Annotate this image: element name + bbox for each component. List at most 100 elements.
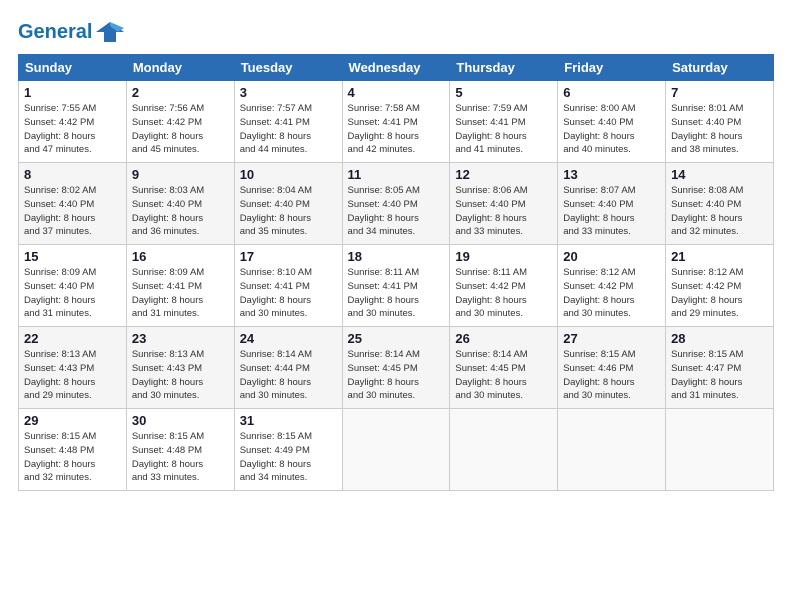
day-info: Sunrise: 8:09 AM Sunset: 4:40 PM Dayligh… [24, 266, 121, 321]
calendar-cell: 22 Sunrise: 8:13 AM Sunset: 4:43 PM Dayli… [19, 327, 127, 409]
day-number: 8 [24, 167, 121, 182]
day-info: Sunrise: 8:13 AM Sunset: 4:43 PM Dayligh… [132, 348, 229, 403]
day-info: Sunrise: 8:01 AM Sunset: 4:40 PM Dayligh… [671, 102, 768, 157]
calendar-cell: 19 Sunrise: 8:11 AM Sunset: 4:42 PM Dayli… [450, 245, 558, 327]
day-number: 15 [24, 249, 121, 264]
calendar-cell: 12 Sunrise: 8:06 AM Sunset: 4:40 PM Dayli… [450, 163, 558, 245]
day-number: 1 [24, 85, 121, 100]
day-info: Sunrise: 7:56 AM Sunset: 4:42 PM Dayligh… [132, 102, 229, 157]
day-number: 13 [563, 167, 660, 182]
day-info: Sunrise: 8:03 AM Sunset: 4:40 PM Dayligh… [132, 184, 229, 239]
day-info: Sunrise: 8:04 AM Sunset: 4:40 PM Dayligh… [240, 184, 337, 239]
calendar-cell [342, 409, 450, 491]
day-info: Sunrise: 8:06 AM Sunset: 4:40 PM Dayligh… [455, 184, 552, 239]
day-info: Sunrise: 8:00 AM Sunset: 4:40 PM Dayligh… [563, 102, 660, 157]
calendar-cell: 16 Sunrise: 8:09 AM Sunset: 4:41 PM Dayli… [126, 245, 234, 327]
logo-bird-icon [96, 18, 124, 46]
logo: General [18, 18, 124, 46]
day-info: Sunrise: 8:07 AM Sunset: 4:40 PM Dayligh… [563, 184, 660, 239]
calendar-cell: 15 Sunrise: 8:09 AM Sunset: 4:40 PM Dayli… [19, 245, 127, 327]
calendar-cell: 10 Sunrise: 8:04 AM Sunset: 4:40 PM Dayli… [234, 163, 342, 245]
day-info: Sunrise: 8:14 AM Sunset: 4:44 PM Dayligh… [240, 348, 337, 403]
day-info: Sunrise: 8:11 AM Sunset: 4:42 PM Dayligh… [455, 266, 552, 321]
calendar-cell: 27 Sunrise: 8:15 AM Sunset: 4:46 PM Dayli… [558, 327, 666, 409]
day-number: 6 [563, 85, 660, 100]
day-number: 22 [24, 331, 121, 346]
calendar-cell: 11 Sunrise: 8:05 AM Sunset: 4:40 PM Dayli… [342, 163, 450, 245]
calendar-cell: 30 Sunrise: 8:15 AM Sunset: 4:48 PM Dayli… [126, 409, 234, 491]
day-info: Sunrise: 8:12 AM Sunset: 4:42 PM Dayligh… [671, 266, 768, 321]
day-number: 21 [671, 249, 768, 264]
day-number: 30 [132, 413, 229, 428]
day-number: 24 [240, 331, 337, 346]
day-info: Sunrise: 8:15 AM Sunset: 4:47 PM Dayligh… [671, 348, 768, 403]
day-info: Sunrise: 8:08 AM Sunset: 4:40 PM Dayligh… [671, 184, 768, 239]
day-number: 10 [240, 167, 337, 182]
dow-header-tuesday: Tuesday [234, 55, 342, 81]
day-info: Sunrise: 8:15 AM Sunset: 4:46 PM Dayligh… [563, 348, 660, 403]
day-number: 26 [455, 331, 552, 346]
calendar-week-2: 8 Sunrise: 8:02 AM Sunset: 4:40 PM Daylig… [19, 163, 774, 245]
day-number: 5 [455, 85, 552, 100]
day-number: 31 [240, 413, 337, 428]
day-number: 12 [455, 167, 552, 182]
day-number: 27 [563, 331, 660, 346]
dow-header-saturday: Saturday [666, 55, 774, 81]
dow-header-wednesday: Wednesday [342, 55, 450, 81]
day-info: Sunrise: 7:58 AM Sunset: 4:41 PM Dayligh… [348, 102, 445, 157]
day-number: 19 [455, 249, 552, 264]
calendar-week-5: 29 Sunrise: 8:15 AM Sunset: 4:48 PM Dayli… [19, 409, 774, 491]
day-info: Sunrise: 8:15 AM Sunset: 4:49 PM Dayligh… [240, 430, 337, 485]
day-number: 9 [132, 167, 229, 182]
header: General [18, 18, 774, 46]
calendar-cell: 1 Sunrise: 7:55 AM Sunset: 4:42 PM Daylig… [19, 81, 127, 163]
day-number: 17 [240, 249, 337, 264]
day-info: Sunrise: 8:02 AM Sunset: 4:40 PM Dayligh… [24, 184, 121, 239]
calendar-cell: 25 Sunrise: 8:14 AM Sunset: 4:45 PM Dayli… [342, 327, 450, 409]
day-info: Sunrise: 8:15 AM Sunset: 4:48 PM Dayligh… [132, 430, 229, 485]
day-info: Sunrise: 8:12 AM Sunset: 4:42 PM Dayligh… [563, 266, 660, 321]
calendar-cell: 6 Sunrise: 8:00 AM Sunset: 4:40 PM Daylig… [558, 81, 666, 163]
day-of-week-header: SundayMondayTuesdayWednesdayThursdayFrid… [19, 55, 774, 81]
day-number: 2 [132, 85, 229, 100]
calendar-cell: 5 Sunrise: 7:59 AM Sunset: 4:41 PM Daylig… [450, 81, 558, 163]
day-number: 25 [348, 331, 445, 346]
day-number: 11 [348, 167, 445, 182]
day-number: 23 [132, 331, 229, 346]
day-info: Sunrise: 8:05 AM Sunset: 4:40 PM Dayligh… [348, 184, 445, 239]
day-info: Sunrise: 8:14 AM Sunset: 4:45 PM Dayligh… [455, 348, 552, 403]
day-info: Sunrise: 8:14 AM Sunset: 4:45 PM Dayligh… [348, 348, 445, 403]
calendar-cell: 20Sunrise: 8:12 AM Sunset: 4:42 PM Dayli… [558, 245, 666, 327]
calendar-cell: 17Sunrise: 8:10 AM Sunset: 4:41 PM Dayli… [234, 245, 342, 327]
calendar-table: SundayMondayTuesdayWednesdayThursdayFrid… [18, 54, 774, 491]
day-number: 29 [24, 413, 121, 428]
calendar-cell: 14 Sunrise: 8:08 AM Sunset: 4:40 PM Dayli… [666, 163, 774, 245]
calendar-cell: 2 Sunrise: 7:56 AM Sunset: 4:42 PM Daylig… [126, 81, 234, 163]
dow-header-monday: Monday [126, 55, 234, 81]
dow-header-thursday: Thursday [450, 55, 558, 81]
calendar-cell: 26 Sunrise: 8:14 AM Sunset: 4:45 PM Dayli… [450, 327, 558, 409]
calendar-cell: 8 Sunrise: 8:02 AM Sunset: 4:40 PM Daylig… [19, 163, 127, 245]
dow-header-friday: Friday [558, 55, 666, 81]
calendar-cell: 7 Sunrise: 8:01 AM Sunset: 4:40 PM Daylig… [666, 81, 774, 163]
calendar-cell [450, 409, 558, 491]
day-info: Sunrise: 8:09 AM Sunset: 4:41 PM Dayligh… [132, 266, 229, 321]
calendar-cell: 4Sunrise: 7:58 AM Sunset: 4:41 PM Daylig… [342, 81, 450, 163]
calendar-cell: 13 Sunrise: 8:07 AM Sunset: 4:40 PM Dayli… [558, 163, 666, 245]
day-info: Sunrise: 7:57 AM Sunset: 4:41 PM Dayligh… [240, 102, 337, 157]
calendar-cell [666, 409, 774, 491]
day-number: 14 [671, 167, 768, 182]
day-info: Sunrise: 8:11 AM Sunset: 4:41 PM Dayligh… [348, 266, 445, 321]
calendar-cell: 29 Sunrise: 8:15 AM Sunset: 4:48 PM Dayli… [19, 409, 127, 491]
dow-header-sunday: Sunday [19, 55, 127, 81]
day-info: Sunrise: 8:15 AM Sunset: 4:48 PM Dayligh… [24, 430, 121, 485]
calendar-week-4: 22 Sunrise: 8:13 AM Sunset: 4:43 PM Dayli… [19, 327, 774, 409]
day-info: Sunrise: 7:59 AM Sunset: 4:41 PM Dayligh… [455, 102, 552, 157]
day-info: Sunrise: 7:55 AM Sunset: 4:42 PM Dayligh… [24, 102, 121, 157]
page-container: General SundayMondayTuesdayWednesdayThur… [0, 0, 792, 501]
day-number: 7 [671, 85, 768, 100]
calendar-week-3: 15 Sunrise: 8:09 AM Sunset: 4:40 PM Dayli… [19, 245, 774, 327]
day-number: 18 [348, 249, 445, 264]
day-number: 16 [132, 249, 229, 264]
day-info: Sunrise: 8:13 AM Sunset: 4:43 PM Dayligh… [24, 348, 121, 403]
